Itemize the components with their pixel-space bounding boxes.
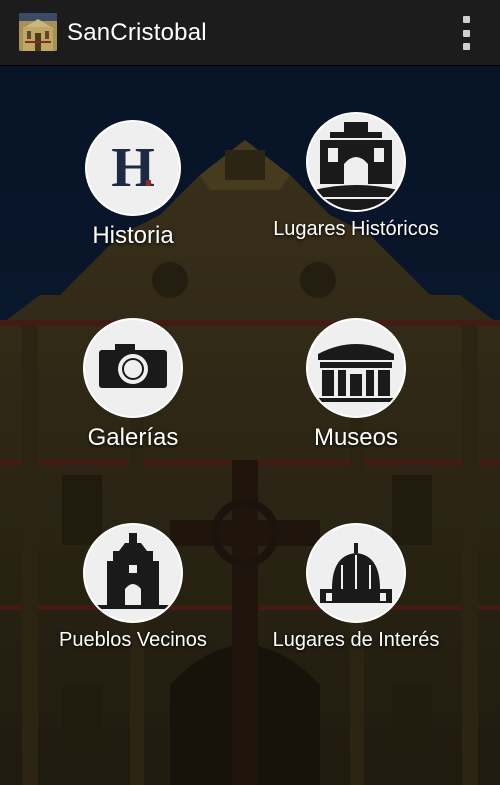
village-church-icon bbox=[83, 523, 183, 623]
menu-label-pueblos-vecinos: Pueblos Vecinos bbox=[59, 629, 207, 651]
menu-label-museos: Museos bbox=[313, 424, 399, 451]
more-vert-icon[interactable] bbox=[458, 16, 474, 50]
menu-label-historia: Historia bbox=[92, 222, 174, 249]
menu-label-galerias: Galerías bbox=[87, 424, 179, 451]
camera-icon bbox=[83, 318, 183, 418]
museum-building-icon bbox=[306, 318, 406, 418]
svg-text:H: H bbox=[111, 137, 155, 199]
menu-museos[interactable]: Museos bbox=[246, 318, 466, 452]
app-title: SanCristobal bbox=[67, 19, 207, 46]
menu-lugares-de-interes[interactable]: Lugares de Interés bbox=[246, 523, 466, 652]
app-icon[interactable] bbox=[19, 13, 57, 51]
app-bar: SanCristobal bbox=[0, 0, 500, 66]
menu-galerias[interactable]: Galerías bbox=[23, 318, 243, 452]
menu-label-lugares-de-interes: Lugares de Interés bbox=[272, 629, 440, 651]
menu-historia[interactable]: H Historia bbox=[23, 120, 243, 250]
menu-pueblos-vecinos[interactable]: Pueblos Vecinos bbox=[23, 523, 243, 652]
letter-h-icon: H bbox=[85, 120, 181, 216]
historic-arch-icon bbox=[306, 112, 406, 212]
dome-icon bbox=[306, 523, 406, 623]
menu-label-lugares-historicos: Lugares Históricos bbox=[273, 218, 439, 240]
menu-lugares-historicos[interactable]: Lugares Históricos bbox=[246, 112, 466, 241]
